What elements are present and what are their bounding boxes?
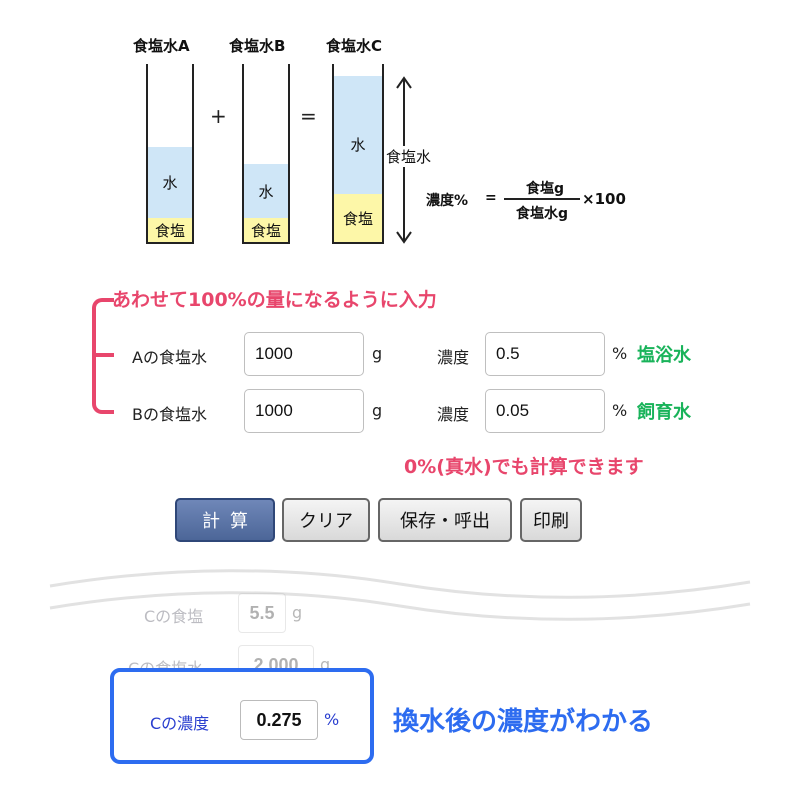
a-solution-unit: g — [372, 344, 383, 363]
beaker-c-water: 水 — [334, 76, 382, 194]
a-concentration-unit: % — [612, 344, 628, 363]
beaker-a-water: 水 — [148, 147, 192, 218]
b-solution-label: Bの食塩水 — [132, 405, 207, 424]
formula-times-100: ×100 — [582, 190, 626, 208]
b-solution-unit: g — [372, 401, 383, 420]
beaker-a: 水 食塩 — [146, 64, 194, 244]
c-salt-label: Cの食塩 — [144, 607, 204, 626]
c-concentration-unit: % — [324, 710, 340, 729]
b-concentration-label: 濃度 — [437, 405, 470, 424]
result-note: 換水後の濃度がわかる — [393, 707, 654, 737]
beaker-b-salt: 食塩 — [244, 218, 288, 242]
equals-sign: = — [300, 104, 317, 128]
red-bracket-tick — [94, 353, 114, 357]
formula-lhs: 濃度% — [426, 193, 469, 209]
formula-denominator: 食塩水g — [515, 206, 569, 222]
total-label: 食塩水 — [386, 146, 432, 167]
zero-percent-note: 0%(真水)でも計算できます — [404, 456, 644, 478]
c-salt-value: 5.5 — [238, 593, 286, 633]
b-concentration-input[interactable] — [485, 389, 605, 433]
beaker-b: 水 食塩 — [242, 64, 290, 244]
beaker-a-title: 食塩水A — [133, 37, 190, 55]
c-concentration-label: Cの濃度 — [150, 714, 210, 733]
beaker-a-salt: 食塩 — [148, 218, 192, 242]
formula-equals: = — [485, 190, 497, 206]
a-concentration-label: 濃度 — [437, 348, 470, 367]
formula-fraction-bar — [504, 198, 580, 200]
combine-hint: あわせて100%の量になるように入力 — [112, 289, 437, 311]
plus-sign: + — [210, 104, 227, 128]
clear-button[interactable]: クリア — [282, 498, 370, 542]
b-concentration-unit: % — [612, 401, 628, 420]
beaker-b-water: 水 — [244, 164, 288, 218]
beaker-c-title: 食塩水C — [326, 37, 383, 55]
calculate-button[interactable]: 計算 — [175, 498, 275, 542]
b-solution-input[interactable] — [244, 389, 364, 433]
print-button[interactable]: 印刷 — [520, 498, 582, 542]
save-load-button[interactable]: 保存・呼出 — [378, 498, 512, 542]
a-solution-label: Aの食塩水 — [132, 348, 207, 367]
formula-numerator: 食塩g — [525, 181, 565, 197]
a-concentration-input[interactable] — [485, 332, 605, 376]
c-salt-unit: g — [292, 603, 303, 622]
concentration-highlight-box: Cの濃度 0.275 % — [110, 668, 374, 764]
faded-results: Cの食塩 5.5 g Cの食塩水 2,000 g — [0, 590, 400, 685]
beaker-c-salt: 食塩 — [334, 194, 382, 242]
a-solution-input[interactable] — [244, 332, 364, 376]
beaker-c: 水 食塩 — [332, 64, 384, 244]
b-tag-tank-water: 飼育水 — [637, 402, 691, 423]
a-tag-bath-water: 塩浴水 — [637, 345, 691, 366]
beaker-b-title: 食塩水B — [229, 37, 286, 55]
c-concentration-value: 0.275 — [240, 700, 318, 740]
